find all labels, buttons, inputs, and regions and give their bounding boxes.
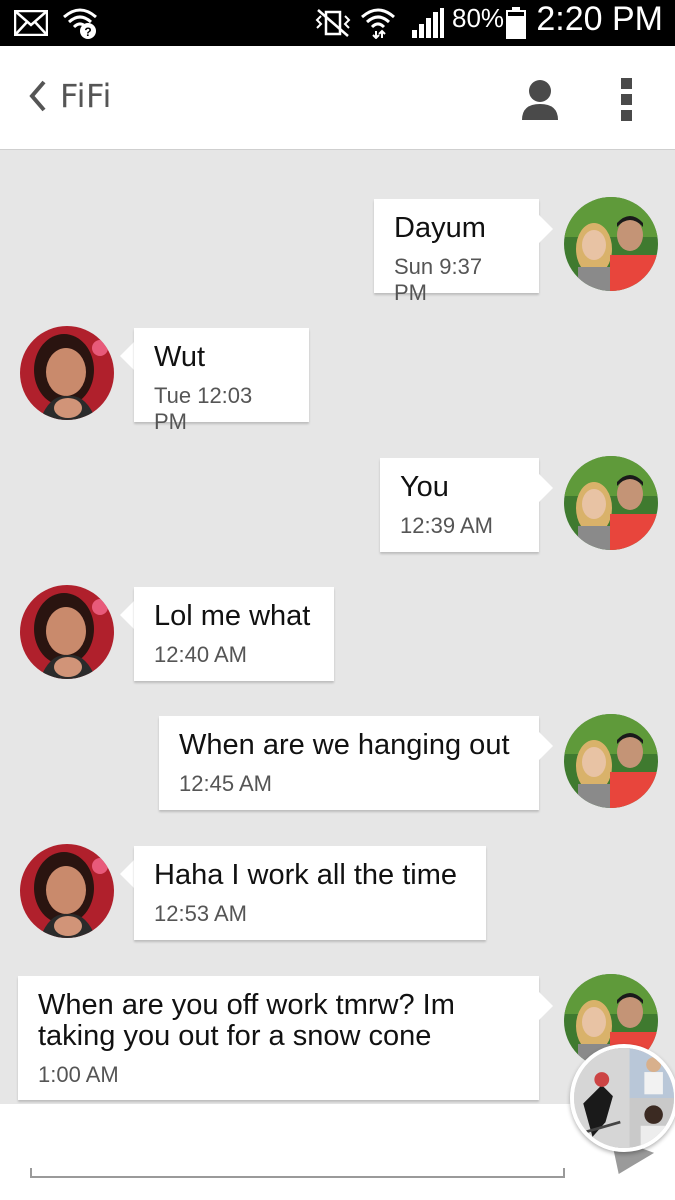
bubble-tail xyxy=(539,732,553,760)
status-bar: ? 80% 2:20 PM xyxy=(0,0,675,46)
message-bubble[interactable]: Lol me what 12:40 AM xyxy=(134,587,334,681)
message-input-underline[interactable] xyxy=(30,1176,565,1178)
bubble-tail xyxy=(539,992,553,1020)
message-bubble[interactable]: When are we hanging out 12:45 AM xyxy=(159,716,539,810)
bubble-tail xyxy=(539,474,553,502)
status-time: 2:20 PM xyxy=(536,0,663,38)
contact-person-icon[interactable] xyxy=(520,78,560,120)
bubble-tail xyxy=(120,342,134,370)
message-bubble[interactable]: You 12:39 AM xyxy=(380,458,539,552)
overflow-menu-icon[interactable] xyxy=(614,76,640,124)
chevron-left-icon xyxy=(29,80,46,112)
wifi-question-icon: ? xyxy=(62,7,98,39)
message-text: Lol me what xyxy=(154,600,311,632)
my-avatar[interactable] xyxy=(564,197,658,291)
input-underline-tick xyxy=(563,1168,565,1178)
bubble-tail xyxy=(539,215,553,243)
svg-text:?: ? xyxy=(84,25,91,39)
message-bubble[interactable]: Dayum Sun 9:37 PM xyxy=(374,199,539,305)
signal-icon xyxy=(410,7,444,39)
bubble-tail xyxy=(120,601,134,629)
contact-avatar[interactable] xyxy=(20,844,114,938)
message-text: Dayum xyxy=(394,212,486,244)
conversation-header: FiFi xyxy=(0,46,675,150)
message-text: When are we hanging out xyxy=(179,729,510,761)
wifi-icon xyxy=(360,7,396,39)
message-time: Tue 12:03 PM xyxy=(154,383,253,434)
message-text: Wut xyxy=(154,341,206,373)
message-bubble[interactable]: Haha I work all the time 12:53 AM xyxy=(134,846,486,940)
message-time: 12:39 AM xyxy=(400,513,493,538)
chat-heads-button[interactable] xyxy=(570,1044,675,1152)
message-time: 12:40 AM xyxy=(154,642,247,667)
message-bubble[interactable]: Wut Tue 12:03 PM xyxy=(134,328,309,434)
message-time: 12:53 AM xyxy=(154,901,247,926)
message-text: Haha I work all the time xyxy=(154,859,458,891)
battery-icon xyxy=(506,7,526,39)
input-underline-tick xyxy=(30,1168,32,1178)
contact-avatar[interactable] xyxy=(20,585,114,679)
mail-icon xyxy=(14,7,48,39)
back-button[interactable]: FiFi xyxy=(22,76,112,116)
message-bubble[interactable]: When are you off work tmrw? Im taking yo… xyxy=(18,976,539,1100)
message-time: 12:45 AM xyxy=(179,771,272,796)
message-time: 1:00 AM xyxy=(38,1062,119,1087)
battery-percent: 80% xyxy=(452,3,505,33)
bubble-tail xyxy=(120,860,134,888)
vibrate-mute-icon xyxy=(312,7,354,39)
contact-name: FiFi xyxy=(60,77,112,115)
message-text: When are you off work tmrw? Im taking yo… xyxy=(38,989,455,1052)
message-text: You xyxy=(400,471,449,503)
my-avatar[interactable] xyxy=(564,456,658,550)
my-avatar[interactable] xyxy=(564,714,658,808)
contact-avatar[interactable] xyxy=(20,326,114,420)
message-time: Sun 9:37 PM xyxy=(394,254,483,305)
